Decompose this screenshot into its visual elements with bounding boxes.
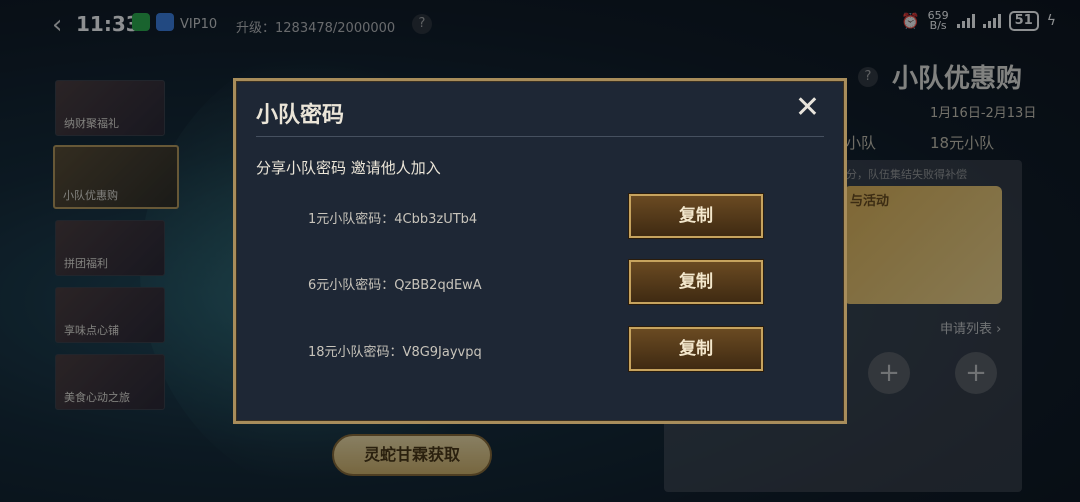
close-icon[interactable]: ✕ bbox=[795, 93, 820, 123]
password-row-1: 1元小队密码：4Cbb3zUTb4 bbox=[308, 212, 478, 227]
copy-button-18[interactable]: 复制 bbox=[629, 327, 763, 371]
password-code: 4Cbb3zUTb4 bbox=[394, 212, 478, 227]
password-row-6: 6元小队密码：QzBB2qdEwA bbox=[308, 278, 482, 293]
copy-button-1[interactable]: 复制 bbox=[629, 194, 763, 238]
password-code: V8G9Jayvpq bbox=[402, 345, 482, 360]
copy-button-6[interactable]: 复制 bbox=[629, 260, 763, 304]
password-code: QzBB2qdEwA bbox=[394, 278, 482, 293]
divider bbox=[256, 136, 824, 137]
team-password-dialog: 小队密码 ✕ 分享小队密码 邀请他人加入 1元小队密码：4Cbb3zUTb4 复… bbox=[233, 78, 847, 424]
dialog-subtitle: 分享小队密码 邀请他人加入 bbox=[256, 159, 441, 177]
password-row-18: 18元小队密码：V8G9Jayvpq bbox=[308, 345, 482, 360]
dialog-title: 小队密码 bbox=[256, 103, 345, 128]
